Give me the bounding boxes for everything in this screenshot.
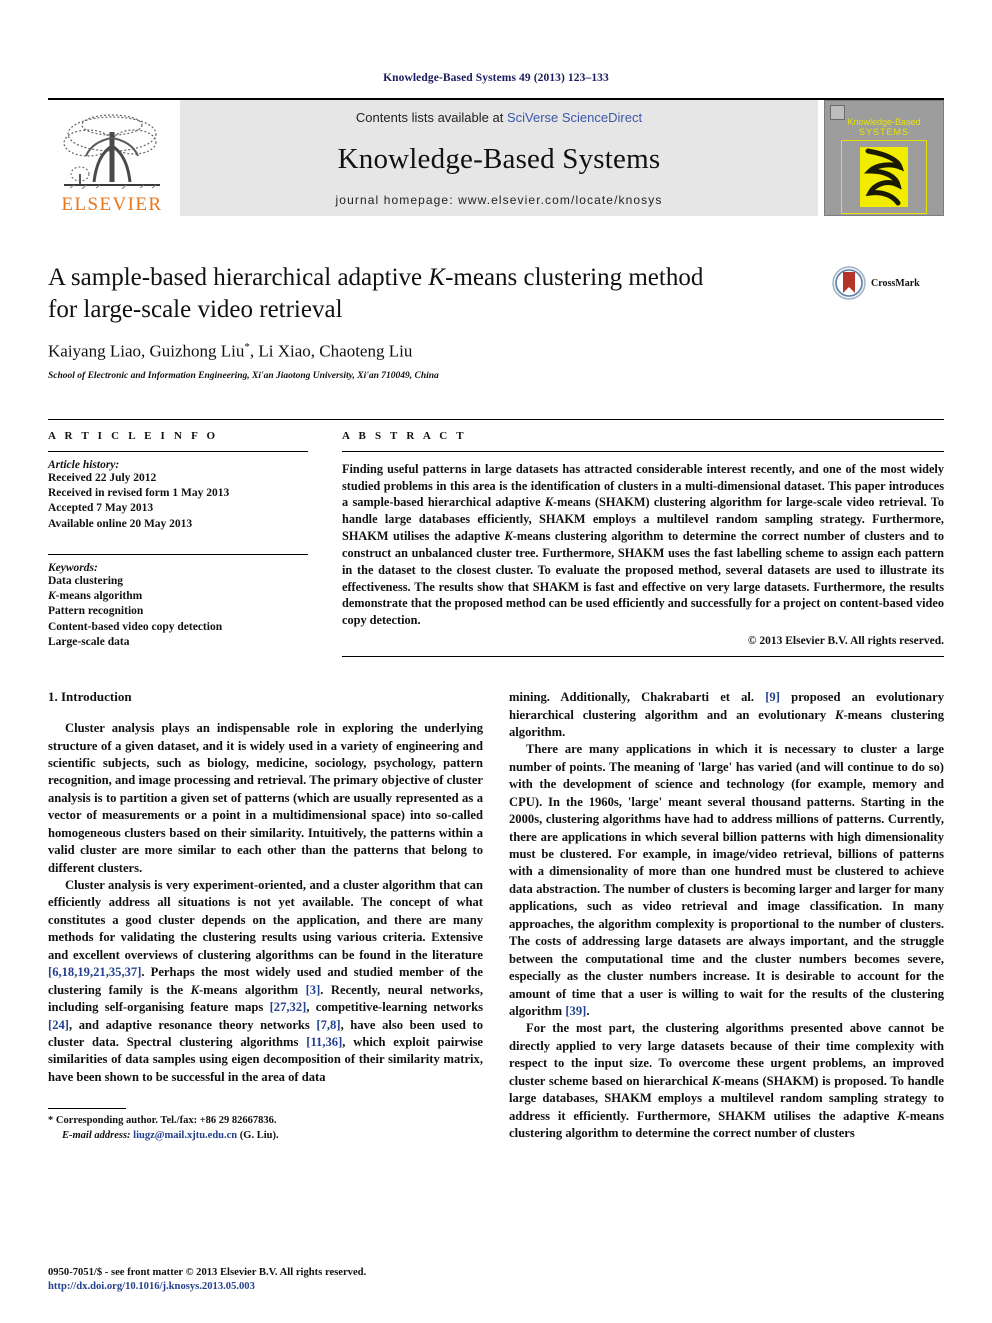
footnote-email-address[interactable]: liugz@mail.xjtu.edu.cn [131, 1130, 237, 1141]
citation-ref[interactable]: [11,36] [306, 1035, 342, 1049]
citation-ref[interactable]: [39] [565, 1004, 586, 1018]
running-head: Knowledge-Based Systems 49 (2013) 123–13… [383, 72, 609, 84]
page-footer: 0950-7051/$ - see front matter © 2013 El… [48, 1266, 491, 1295]
contents-prefix: Contents lists available at [355, 110, 507, 125]
journal-cover-thumbnail: Knowledge-Based SYSTEMS [824, 100, 944, 216]
sciencedirect-link[interactable]: SciVerse ScienceDirect [507, 110, 642, 125]
footer-doi-link[interactable]: http://dx.doi.org/10.1016/j.knosys.2013.… [48, 1280, 491, 1295]
authors-rest: , Li Xiao, Chaoteng Liu [249, 341, 413, 361]
k-italic: K [711, 1073, 721, 1088]
elsevier-tree-icon [63, 114, 160, 190]
paragraph: For the most part, the clustering algori… [509, 1020, 944, 1142]
title-k-italic: K [428, 264, 446, 291]
title-part-b: -means clustering method [445, 264, 704, 291]
keyword-item: Pattern recognition [48, 605, 144, 618]
history-item: Accepted 7 May 2013 [48, 502, 154, 515]
journal-masthead: ELSEVIER Contents lists available at Sci… [48, 98, 944, 216]
citation-ref[interactable]: [6,18,19,21,35,37] [48, 965, 141, 979]
page-title: A sample-based hierarchical adaptive K-m… [48, 262, 820, 325]
abstract-bottom-divider [342, 656, 944, 658]
title-block: A sample-based hierarchical adaptive K-m… [48, 262, 944, 381]
keyword-item-tail: -means algorithm [55, 590, 143, 603]
keyword-item: Large-scale data [48, 635, 130, 648]
paper-page: Knowledge-Based Systems 49 (2013) 123–13… [0, 0, 992, 1323]
footnote-email-label: E-mail address: [62, 1129, 131, 1141]
footnote-email-suffix: (G. Liu). [237, 1129, 279, 1141]
section-heading-introduction: 1. Introduction [48, 689, 132, 705]
masthead-center: Contents lists available at SciVerse Sci… [180, 100, 818, 216]
cover-title-line1: Knowledge-Based [847, 117, 921, 127]
cover-title-line2: SYSTEMS [858, 127, 909, 138]
keyword-item: Content-based video copy detection [48, 620, 223, 633]
crossmark-icon [832, 266, 866, 300]
journal-title: Knowledge-Based Systems [337, 142, 661, 175]
affiliation: School of Electronic and Information Eng… [48, 370, 439, 381]
right-column: mining. Additionally, Chakrabarti et al.… [509, 689, 944, 1144]
article-history-label: Article history: [48, 458, 120, 471]
abstract-copyright: © 2013 Elsevier B.V. All rights reserved… [747, 635, 944, 648]
article-info-heading: A R T I C L E I N F O [48, 429, 219, 442]
citation-ref[interactable]: [24] [48, 1018, 69, 1032]
citation-ref[interactable]: [3] [306, 983, 321, 997]
para-seg: mining. Additionally, Chakrabarti et al. [509, 690, 766, 705]
article-history-group: Article history: Received 22 July 2012 R… [48, 459, 308, 532]
para-seg: , competitive-learning networks [306, 1000, 483, 1015]
history-item: Available online 20 May 2013 [48, 517, 193, 530]
info-abstract-section: A R T I C L E I N F O Article history: R… [48, 418, 944, 658]
para-seg: , and adaptive resonance theory networks [68, 1017, 317, 1032]
abstract-k1: K [544, 495, 554, 510]
journal-homepage[interactable]: journal homepage: www.elsevier.com/locat… [336, 193, 663, 207]
k-italic: K [190, 982, 199, 997]
paragraph: mining. Additionally, Chakrabarti et al.… [509, 689, 944, 741]
abstract-divider [342, 450, 944, 452]
citation-ref[interactable]: [7,8] [316, 1018, 340, 1032]
paragraph: There are many applications in which it … [509, 741, 944, 1020]
citation-ref[interactable]: [27,32] [270, 1000, 307, 1014]
left-column: 1. Introduction Cluster analysis plays a… [48, 689, 483, 1144]
authors-main: Kaiyang Liao, Guizhong Liu [48, 341, 245, 361]
footnote-block: * Corresponding author. Tel./fax: +86 29… [48, 1108, 483, 1143]
keywords-label: Keywords: [48, 561, 98, 574]
title-line2: for large-scale video retrieval [48, 295, 343, 323]
article-info-column: A R T I C L E I N F O Article history: R… [48, 430, 342, 657]
body-columns: 1. Introduction Cluster analysis plays a… [48, 689, 944, 1144]
helix-icon [863, 148, 905, 206]
abstract-column: A B S T R A C T Finding useful patterns … [342, 429, 944, 658]
crossmark-badge[interactable]: CrossMark [832, 262, 944, 300]
footnote-corresponding: * Corresponding author. Tel./fax: +86 29… [48, 1114, 483, 1129]
para-seg: There are many applications in which it … [509, 742, 944, 1018]
citation-ref[interactable]: [9] [765, 690, 780, 704]
footnote-email: E-mail address: liugz@mail.xjtu.edu.cn (… [48, 1129, 483, 1144]
abstract-text: Finding useful patterns in large dataset… [342, 461, 944, 629]
footnote-corresponding-text: Corresponding author. Tel./fax: +86 29 8… [53, 1115, 277, 1127]
cover-frame [841, 140, 927, 215]
keyword-item: K-means algorithm [48, 590, 143, 603]
paragraph: Cluster analysis is very experiment-orie… [48, 877, 483, 1086]
keywords-group: Keywords: Data clustering K-means algori… [48, 562, 308, 650]
crossmark-label: CrossMark [871, 277, 920, 289]
keyword-item: Data clustering [48, 574, 124, 587]
para-seg: Cluster analysis is very experiment-orie… [48, 878, 483, 962]
author-list: Kaiyang Liao, Guizhong Liu*, Li Xiao, Ch… [48, 341, 820, 362]
k-italic: K [897, 1108, 906, 1123]
elsevier-logo: ELSEVIER [48, 100, 176, 216]
cover-artwork [860, 147, 908, 208]
paragraph: Cluster analysis plays an indispensable … [48, 721, 483, 875]
info-divider [48, 450, 308, 452]
keywords-divider [48, 553, 308, 555]
contents-line: Contents lists available at SciVerse Sci… [356, 110, 642, 125]
para-seg: -means algorithm [198, 982, 306, 997]
cover-badge-icon [830, 105, 845, 120]
history-item: Received 22 July 2012 [48, 471, 157, 484]
footer-issn-line: 0950-7051/$ - see front matter © 2013 El… [48, 1266, 367, 1278]
abstract-k2: K [504, 529, 513, 544]
history-item: Received in revised form 1 May 2013 [48, 486, 230, 499]
para-seg: . [586, 1003, 590, 1018]
title-left: A sample-based hierarchical adaptive K-m… [48, 262, 832, 381]
title-part-a: A sample-based hierarchical adaptive [48, 264, 429, 291]
abstract-heading: A B S T R A C T [342, 429, 467, 442]
elsevier-wordmark: ELSEVIER [61, 194, 163, 215]
abstract-part3: -means clustering algorithm to determine… [342, 529, 944, 628]
